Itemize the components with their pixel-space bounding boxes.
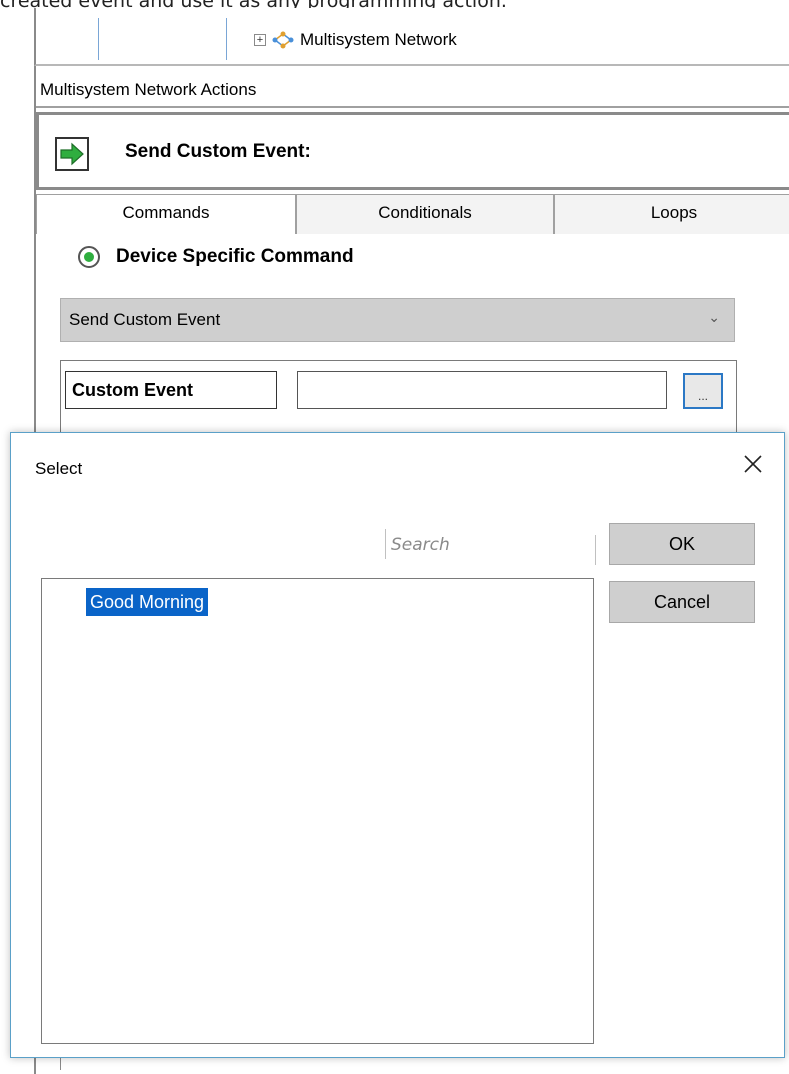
browse-button[interactable]: ... — [683, 373, 723, 409]
tree-view: + Multisystem Network — [34, 8, 789, 66]
device-specific-command-option[interactable]: Device Specific Command — [78, 246, 354, 268]
chevron-down-icon: ⌄ — [708, 309, 720, 325]
tab-commands[interactable]: Commands — [36, 194, 296, 234]
action-summary: Send Custom Event: — [36, 112, 789, 190]
radio-button[interactable] — [78, 246, 100, 268]
action-title: Send Custom Event: — [125, 141, 311, 162]
tab-loops[interactable]: Loops — [554, 194, 789, 234]
network-icon — [272, 31, 294, 49]
command-dropdown[interactable]: Send Custom Event ⌄ — [60, 298, 735, 342]
custom-event-label: Custom Event — [65, 371, 277, 409]
radio-label: Device Specific Command — [116, 246, 354, 267]
custom-event-panel: Custom Event ... — [60, 360, 737, 440]
dialog-title: Select — [35, 459, 83, 478]
search-input[interactable] — [391, 529, 591, 561]
tree-node-multisystem-network[interactable]: + Multisystem Network — [254, 28, 457, 52]
tree-node-label: Multisystem Network — [300, 30, 457, 49]
tree-guide-line — [98, 18, 99, 60]
list-item[interactable]: Good Morning — [86, 588, 209, 616]
command-dropdown-value: Send Custom Event — [69, 310, 221, 329]
select-dialog: Select OK Cancel Good Morning — [10, 432, 785, 1058]
tree-guide-line — [226, 18, 227, 60]
divider — [595, 535, 596, 565]
close-icon[interactable] — [740, 451, 766, 477]
expand-icon[interactable]: + — [254, 34, 266, 46]
green-arrow-icon[interactable] — [55, 137, 89, 171]
actions-header: Multisystem Network Actions — [36, 70, 789, 108]
event-list[interactable]: Good Morning — [41, 578, 594, 1044]
ok-button[interactable]: OK — [609, 523, 755, 565]
custom-event-field[interactable] — [297, 371, 667, 409]
tab-bar: Commands Conditionals Loops — [36, 194, 789, 234]
tab-conditionals[interactable]: Conditionals — [296, 194, 554, 234]
divider — [385, 529, 386, 559]
cancel-button[interactable]: Cancel — [609, 581, 755, 623]
